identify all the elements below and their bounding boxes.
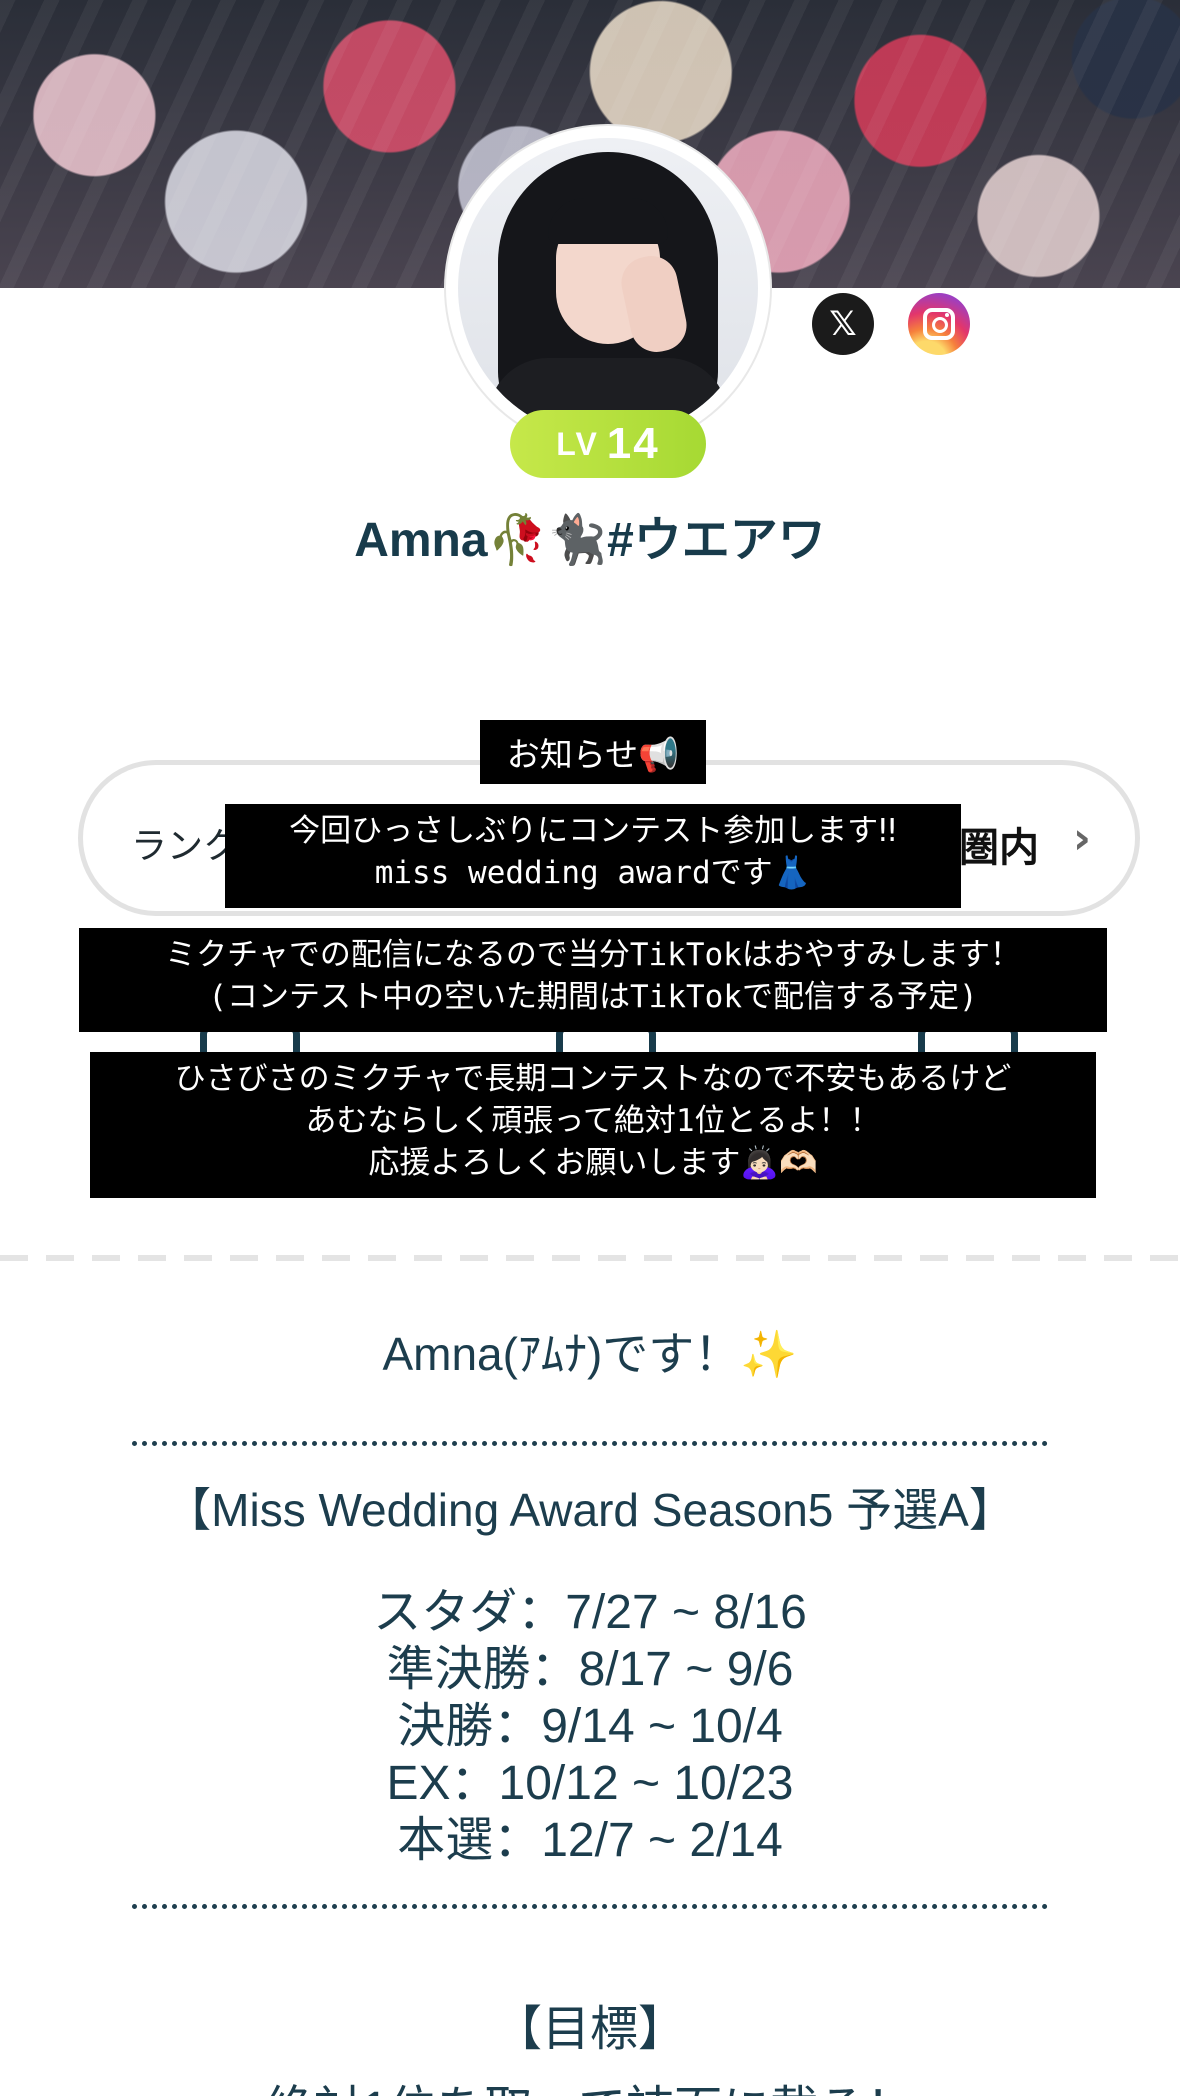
x-icon[interactable]: 𝕏 bbox=[812, 293, 874, 355]
dotted-divider bbox=[132, 1901, 1048, 1909]
level-number: 14 bbox=[606, 419, 660, 468]
level-badge: LV 14 bbox=[510, 410, 706, 478]
chevron-right-icon: › bbox=[1072, 813, 1091, 864]
goal-heading: 【目標】 bbox=[493, 2003, 686, 2056]
schedule-list: スタダ：7/27 ~ 8/16 準決勝：8/17 ~ 9/6 決勝：9/14 ~… bbox=[0, 1584, 1180, 1869]
goal-text: 絶対1位を取って誌面に載る！ bbox=[0, 2069, 1180, 2096]
notice-line-3: ひさびさのミクチャで長期コンテストなので不安もあるけど あむならしく頑張って絶対… bbox=[90, 1052, 1096, 1198]
schedule-item: EX：10/12 ~ 10/23 bbox=[386, 1757, 794, 1810]
rank-label: ランク bbox=[131, 826, 240, 867]
notice-line-1: 今回ひっさしぶりにコンテスト参加します‼ miss wedding awardで… bbox=[225, 804, 961, 908]
instagram-icon[interactable] bbox=[908, 293, 970, 355]
rank-value: 圏内 bbox=[959, 825, 1039, 871]
notice-title: お知らせ📢 bbox=[480, 720, 706, 784]
notice-line-2: ミクチャでの配信になるので当分TikTokはおやすみします！ (コンテスト中の空… bbox=[79, 928, 1107, 1032]
avatar[interactable] bbox=[458, 138, 758, 438]
bio-intro: Amna(ｱﾑﾅ)です！✨ bbox=[382, 1328, 798, 1380]
dotted-divider bbox=[132, 1438, 1048, 1446]
schedule-item: 準決勝：8/17 ~ 9/6 bbox=[386, 1643, 794, 1696]
contest-title: 【Miss Wedding Award Season5 予選A】 bbox=[165, 1484, 1015, 1536]
schedule-item: 本選：12/7 ~ 2/14 bbox=[397, 1814, 783, 1867]
profile-bio: Amna(ｱﾑﾅ)です！✨ 【Miss Wedding Award Season… bbox=[0, 1318, 1180, 2096]
profile-name: Amna🥀🐈‍⬛#ウエアワ bbox=[354, 514, 826, 567]
section-divider bbox=[0, 1255, 1180, 1261]
schedule-item: スタダ：7/27 ~ 8/16 bbox=[373, 1586, 807, 1639]
schedule-item: 決勝：9/14 ~ 10/4 bbox=[397, 1700, 783, 1753]
level-prefix: LV bbox=[556, 425, 599, 462]
